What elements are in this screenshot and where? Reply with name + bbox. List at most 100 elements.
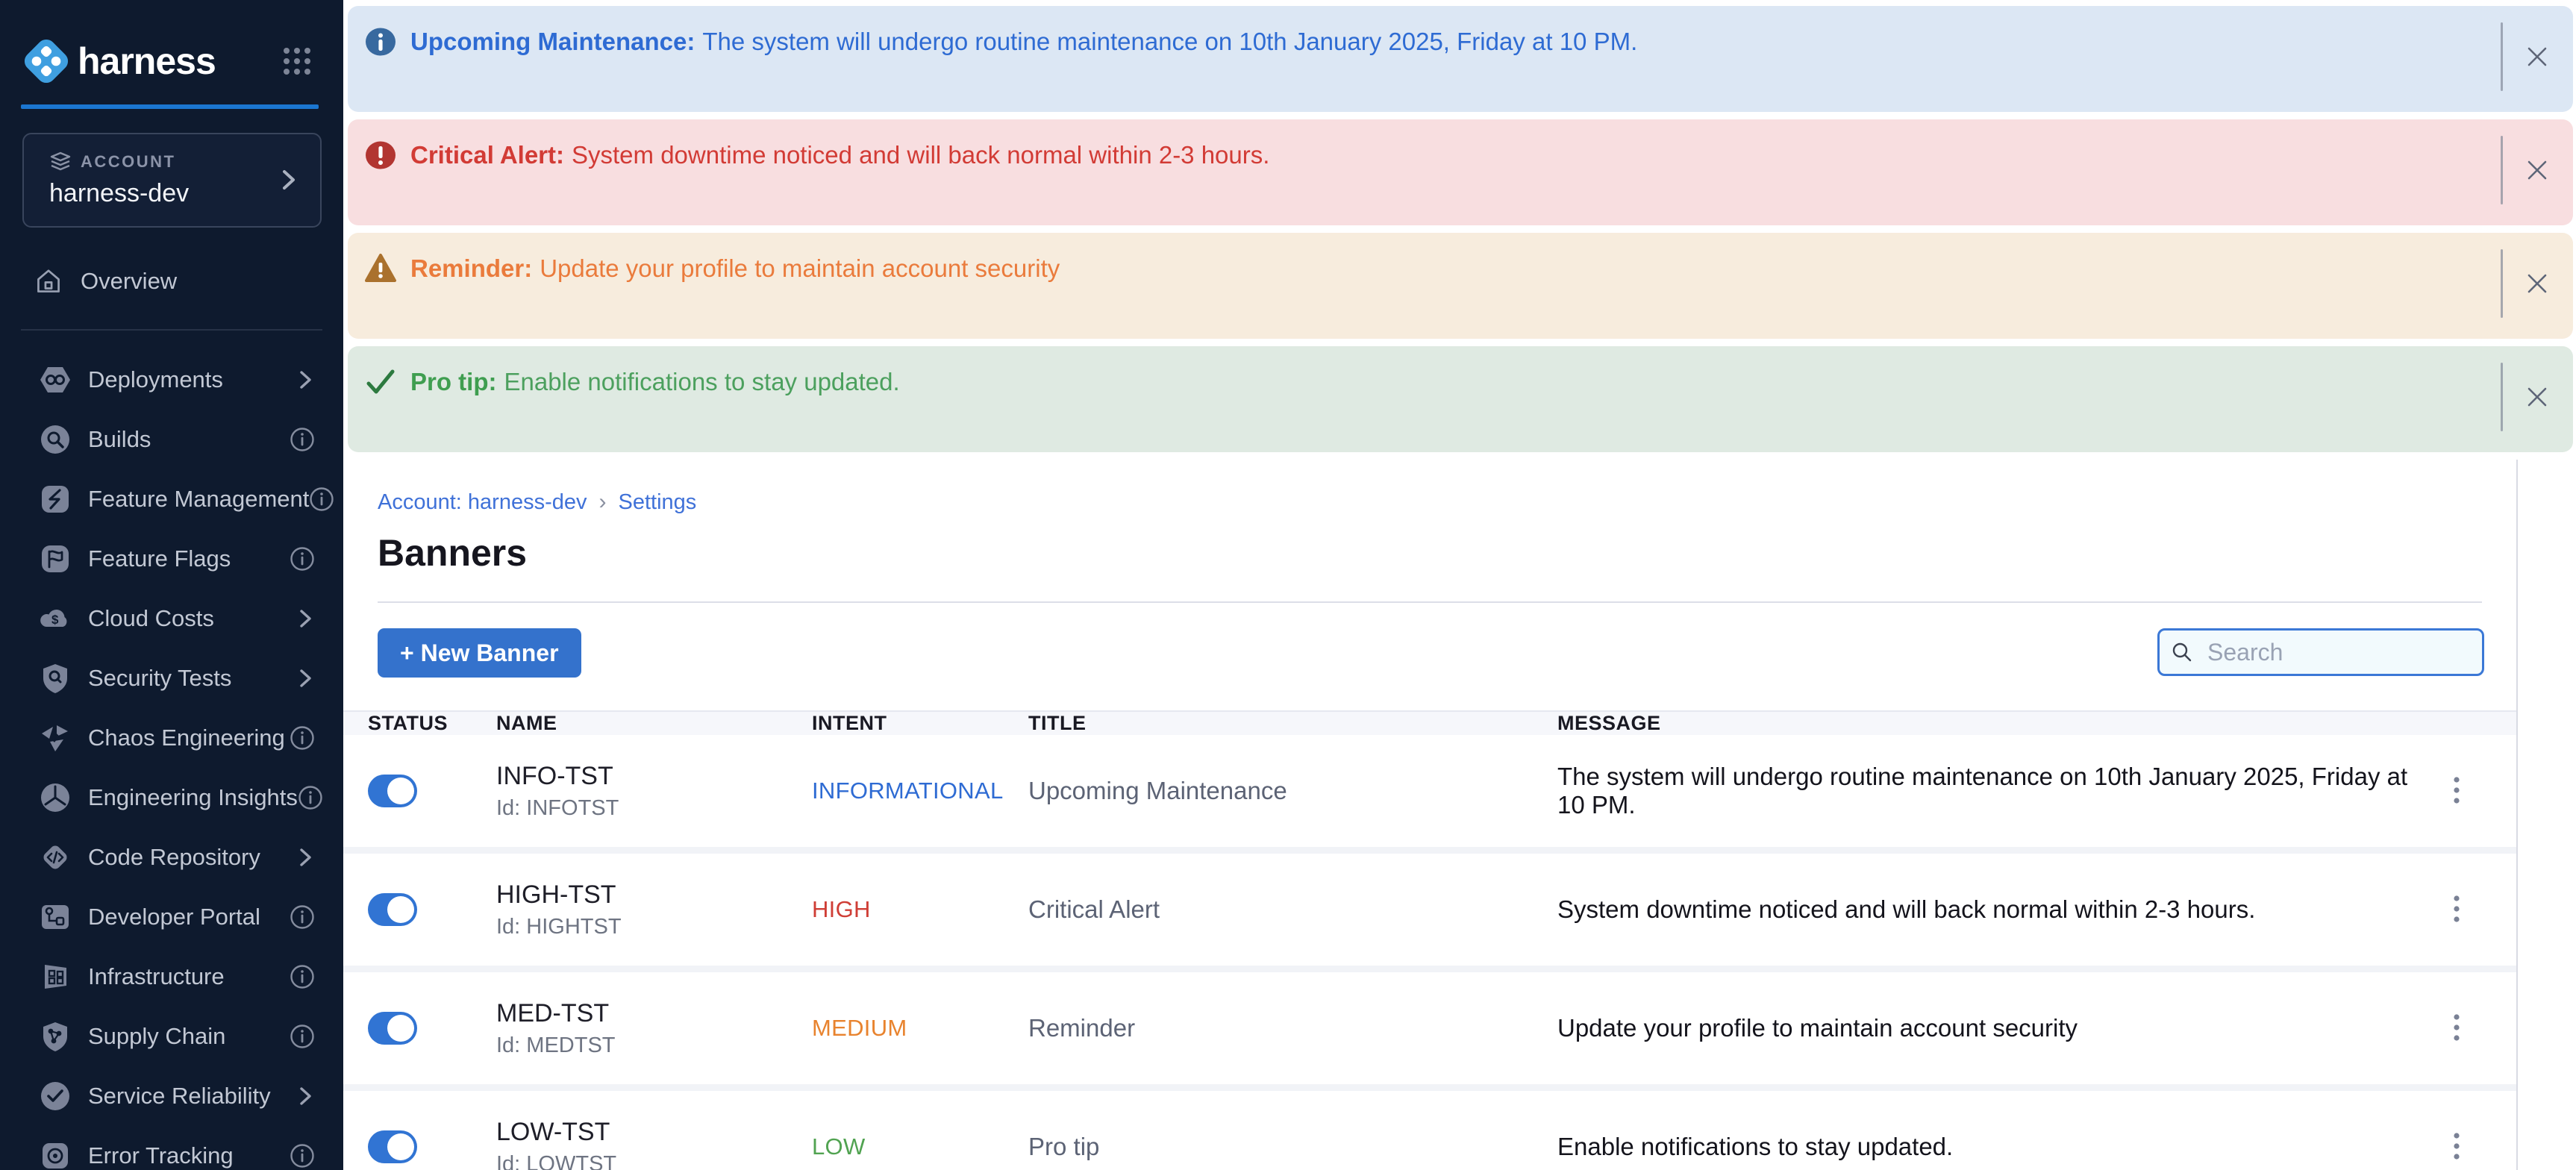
column-header-message: MESSAGE <box>1557 712 2412 735</box>
info-icon[interactable] <box>290 725 315 751</box>
logo-underline <box>21 104 319 109</box>
banner-message: Enable notifications to stay updated. <box>504 368 899 395</box>
close-icon[interactable] <box>2519 152 2555 188</box>
info-icon[interactable] <box>298 785 323 810</box>
toolbar: + New Banner <box>343 603 2516 678</box>
sidebar-item-overview[interactable]: Overview <box>0 254 343 308</box>
account-selector[interactable]: ACCOUNT harness-dev <box>22 133 322 228</box>
new-banner-button[interactable]: + New Banner <box>378 628 581 678</box>
page-title: Banners <box>378 531 2482 575</box>
sidebar-item-developer-portal[interactable]: Developer Portal <box>0 887 343 947</box>
logo-row: harness <box>0 0 343 85</box>
info-icon[interactable] <box>290 904 315 930</box>
chevron-right-icon <box>277 167 299 193</box>
status-toggle[interactable] <box>368 775 417 807</box>
table-row: MED-TST Id: MEDTST MEDIUM Reminder Updat… <box>343 972 2516 1084</box>
chevron-right-icon <box>296 369 315 391</box>
feature-flags-icon <box>39 542 72 575</box>
feature-management-icon <box>39 483 72 516</box>
sidebar-item-feature-flags[interactable]: Feature Flags <box>0 529 343 589</box>
banner-message-cell: The system will undergo routine maintena… <box>1557 763 2412 819</box>
row-menu-icon[interactable] <box>2445 885 2469 935</box>
sidebar-item-supply-chain[interactable]: Supply Chain <box>0 1007 343 1066</box>
sidebar-item-label: Cloud Costs <box>88 605 214 632</box>
sidebar-item-cloud-costs[interactable]: $ Cloud Costs <box>0 589 343 648</box>
row-menu-icon[interactable] <box>2445 1004 2469 1054</box>
status-toggle[interactable] <box>368 1130 417 1163</box>
code-repository-icon <box>39 841 72 874</box>
breadcrumb-account-link[interactable]: Account: harness-dev <box>378 490 587 515</box>
banner-message-cell: Update your profile to maintain account … <box>1557 1014 2412 1042</box>
chevron-right-icon <box>296 607 315 630</box>
sidebar-item-label: Supply Chain <box>88 1023 225 1050</box>
banner-id: Id: INFOTST <box>496 796 812 821</box>
table-header-row: STATUS NAME INTENT TITLE MESSAGE <box>343 710 2516 735</box>
sidebar-item-label: Code Repository <box>88 844 260 871</box>
engineering-insights-icon <box>39 781 72 814</box>
sidebar-item-error-tracking[interactable]: Error Tracking <box>0 1126 343 1170</box>
banners-table: STATUS NAME INTENT TITLE MESSAGE INFO-TS… <box>343 710 2516 1170</box>
banner-id: Id: LOWTST <box>496 1152 812 1170</box>
banner-title-cell: Critical Alert <box>1028 895 1557 924</box>
service-reliability-icon <box>39 1080 72 1113</box>
banner-title: Critical Alert: <box>410 141 564 169</box>
builds-icon <box>39 423 72 456</box>
sidebar-item-label: Feature Flags <box>88 545 231 572</box>
status-toggle[interactable] <box>368 1012 417 1045</box>
banner-title-cell: Upcoming Maintenance <box>1028 777 1557 805</box>
banner-name: INFO-TST <box>496 762 812 791</box>
info-icon[interactable] <box>290 546 315 572</box>
sidebar-item-chaos-engineering[interactable]: Chaos Engineering <box>0 708 343 768</box>
alert-circle-icon <box>364 139 397 172</box>
info-icon[interactable] <box>309 487 334 512</box>
banner-message: Update your profile to maintain account … <box>540 254 1060 282</box>
infrastructure-icon <box>39 960 72 993</box>
banner-message-cell: System downtime noticed and will back no… <box>1557 895 2412 924</box>
banner-title-cell: Pro tip <box>1028 1133 1557 1161</box>
chevron-right-icon <box>296 667 315 689</box>
sidebar-item-label: Security Tests <box>88 665 231 692</box>
sidebar-item-label: Deployments <box>88 366 223 393</box>
sidebar-item-feature-management[interactable]: Feature Management <box>0 469 343 529</box>
sidebar-item-deployments[interactable]: Deployments <box>0 350 343 410</box>
cloud-costs-icon: $ <box>39 602 72 635</box>
intent-badge: INFORMATIONAL <box>812 778 1028 804</box>
sidebar-item-code-repository[interactable]: Code Repository <box>0 828 343 887</box>
banner-message-cell: Enable notifications to stay updated. <box>1557 1133 2412 1161</box>
sidebar-item-label: Feature Management <box>88 486 309 513</box>
banner-id: Id: HIGHTST <box>496 915 812 939</box>
breadcrumb-settings-link[interactable]: Settings <box>618 490 696 515</box>
sidebar-item-security-tests[interactable]: Security Tests <box>0 648 343 708</box>
info-icon[interactable] <box>290 964 315 989</box>
intent-badge: MEDIUM <box>812 1015 1028 1042</box>
sidebar-item-service-reliability[interactable]: Service Reliability <box>0 1066 343 1126</box>
sidebar-divider <box>21 329 322 331</box>
info-icon[interactable] <box>290 427 315 452</box>
layers-icon <box>49 151 72 173</box>
deployments-icon <box>39 363 72 396</box>
banner-critical: Critical Alert:System downtime noticed a… <box>348 119 2573 225</box>
banner-message: The system will undergo routine maintena… <box>702 28 1637 55</box>
table-body: INFO-TST Id: INFOTST INFORMATIONAL Upcom… <box>343 735 2516 1170</box>
app-grid-icon[interactable] <box>281 45 313 78</box>
intent-badge: HIGH <box>812 896 1028 923</box>
banner-title-cell: Reminder <box>1028 1014 1557 1042</box>
row-menu-icon[interactable] <box>2445 1122 2469 1170</box>
sidebar-item-infrastructure[interactable]: Infrastructure <box>0 947 343 1007</box>
status-toggle[interactable] <box>368 893 417 926</box>
info-icon[interactable] <box>290 1024 315 1049</box>
banner-stack: Upcoming Maintenance:The system will und… <box>343 0 2576 460</box>
banner-title: Pro tip: <box>410 368 496 395</box>
banner-name: LOW-TST <box>496 1118 812 1147</box>
close-icon[interactable] <box>2519 379 2555 415</box>
search-icon <box>2171 641 2193 663</box>
info-circle-icon <box>364 25 397 58</box>
close-icon[interactable] <box>2519 39 2555 75</box>
sidebar-item-builds[interactable]: Builds <box>0 410 343 469</box>
info-icon[interactable] <box>290 1143 315 1169</box>
close-icon[interactable] <box>2519 266 2555 301</box>
row-menu-icon[interactable] <box>2445 766 2469 816</box>
search-input[interactable] <box>2157 628 2484 676</box>
sidebar-item-engineering-insights[interactable]: Engineering Insights <box>0 768 343 828</box>
chevron-right-icon <box>296 846 315 869</box>
